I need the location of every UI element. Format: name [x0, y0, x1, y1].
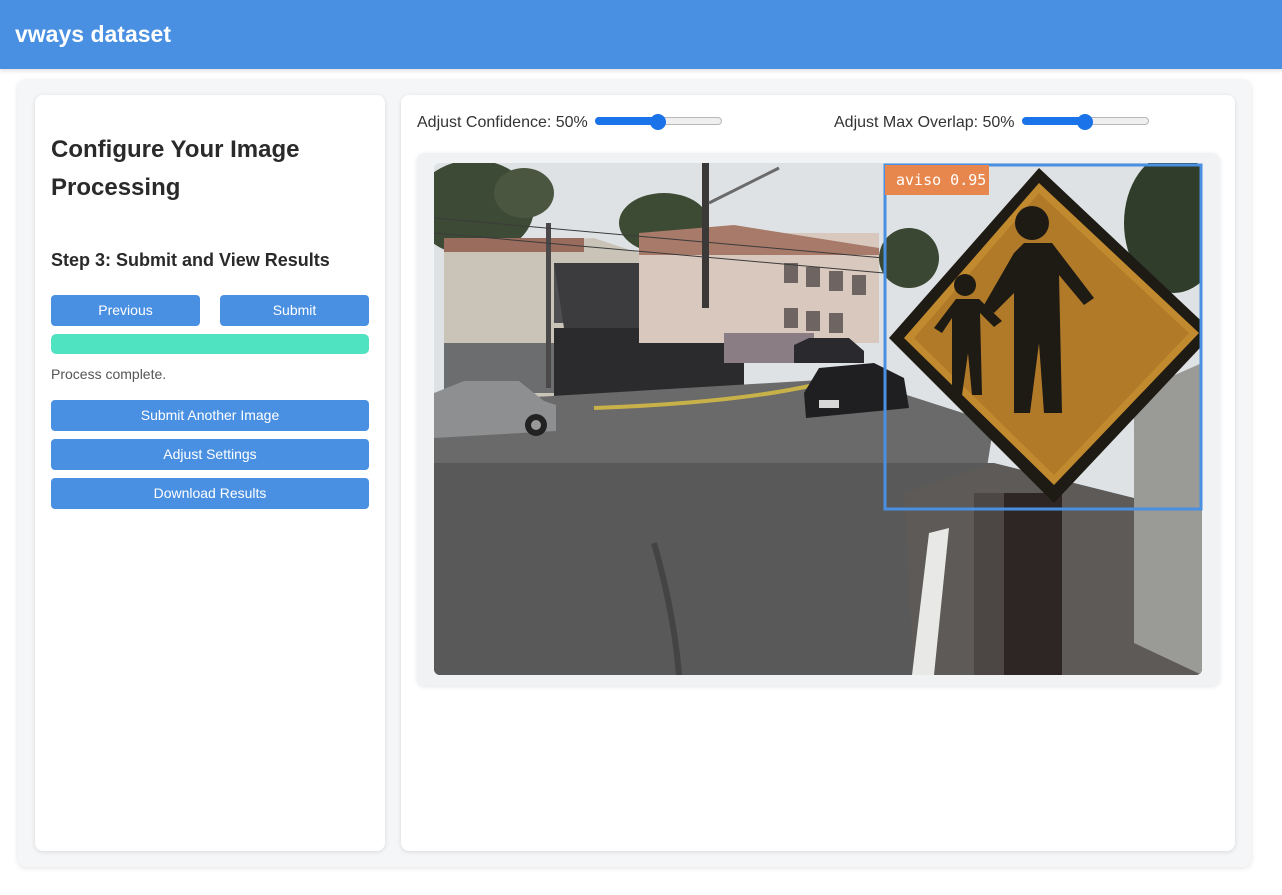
detection-label: aviso 0.95 [885, 165, 989, 195]
download-results-button[interactable]: Download Results [51, 478, 369, 509]
settings-panel [35, 95, 385, 851]
progress-bar-fill [51, 334, 369, 354]
confidence-slider[interactable] [595, 114, 722, 130]
street-scene-image [434, 163, 1202, 675]
submit-button[interactable]: Submit [220, 295, 369, 326]
panel-heading: Configure Your Image Processing [51, 136, 300, 201]
result-image [434, 163, 1202, 675]
adjust-settings-button[interactable]: Adjust Settings [51, 439, 369, 470]
app-title: vways dataset [15, 21, 171, 47]
step-title: Step 3: Submit and View Results [51, 250, 330, 270]
overlap-slider-thumb[interactable] [1077, 114, 1093, 130]
status-text: Process complete. [51, 366, 167, 382]
confidence-label: Adjust Confidence: 50% [417, 114, 588, 131]
previous-button[interactable]: Previous [51, 295, 200, 326]
overlap-slider[interactable] [1022, 114, 1149, 130]
top-navbar: vways dataset [0, 0, 1282, 69]
overlap-label: Adjust Max Overlap: 50% [834, 114, 1015, 131]
confidence-slider-thumb[interactable] [650, 114, 666, 130]
progress-bar [51, 334, 369, 354]
submit-another-image-button[interactable]: Submit Another Image [51, 400, 369, 431]
